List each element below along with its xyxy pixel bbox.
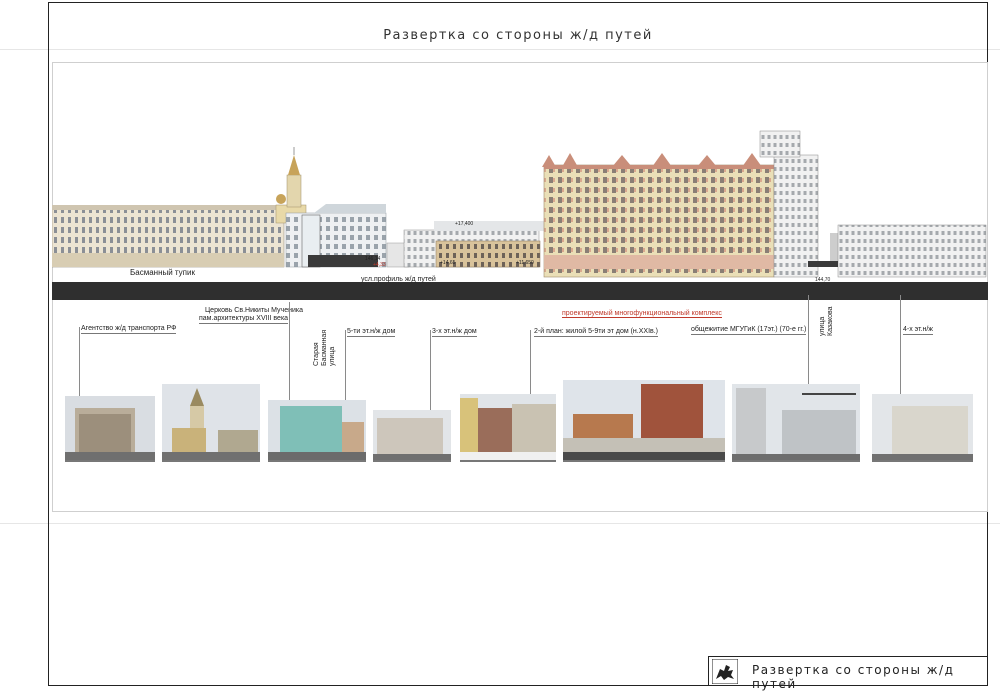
label-projected-complex: проектируемый многофункциональный компле… xyxy=(562,310,722,318)
photo-church xyxy=(162,384,260,462)
photo-3-storey-house xyxy=(460,394,556,462)
height-mark-2: +14,65 xyxy=(440,260,456,266)
photo-agency-building xyxy=(65,396,155,462)
label-house-3-storey: 3-х эт.н/ж дом xyxy=(432,328,477,337)
height-mark-6: +4,33 xyxy=(373,262,386,268)
height-mark-3: +11,650 xyxy=(516,260,534,266)
photo-dormitory xyxy=(732,384,860,462)
label-house-4-storey: 4-х эт.н/ж xyxy=(903,326,933,335)
label-dormitory: общежитие МГУГиК (17эт.) (70-е гг.) xyxy=(691,326,807,335)
stamp-title-text: Развертка со стороны ж/д путей xyxy=(752,663,955,691)
sheet-title: Развертка со стороны ж/д путей xyxy=(383,28,653,43)
photo-4-storey-house xyxy=(872,394,973,462)
railway-ground-band xyxy=(52,282,988,300)
street-label-basmanny: Басманный тупик xyxy=(130,268,195,277)
label-kazakova-street: улица Казакова xyxy=(819,306,834,336)
photo-site-panorama xyxy=(563,380,725,462)
leader-line xyxy=(900,295,901,407)
rail-profile-label: усл.профиль ж/д путей xyxy=(361,276,436,283)
height-mark-1: +17,400 xyxy=(455,221,474,227)
label-house-5-storey: 5-ти эт.н/ж дом xyxy=(347,328,396,337)
label-staraya-basmannaya: Старая Басманная улица xyxy=(313,329,336,366)
leader-line xyxy=(289,302,290,408)
leader-line xyxy=(530,330,531,402)
photo-staraya-basmannaya xyxy=(268,400,366,462)
label-church-line2: пам.архитектуры XVIII века xyxy=(199,315,289,324)
label-second-plan: 2-й план: жилой 5-9ти эт дом (н.XXIв.) xyxy=(534,328,659,337)
griffin-logo-icon xyxy=(712,659,738,684)
photo-5-storey-house xyxy=(373,410,451,462)
height-mark-4: 144,70 xyxy=(815,277,831,283)
leader-line xyxy=(430,330,431,412)
label-agency: Агентство ж/д транспорта РФ xyxy=(81,325,177,334)
